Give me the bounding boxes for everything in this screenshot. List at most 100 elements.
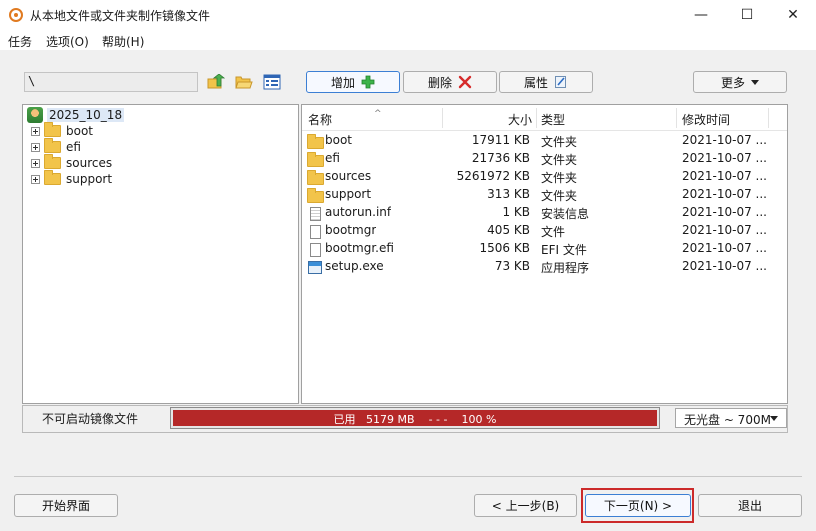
file-modified: 2021-10-07 ...	[682, 133, 767, 147]
tree-item-label: sources	[66, 156, 113, 170]
folder-icon	[44, 170, 61, 185]
sort-ascending-icon: ^	[374, 109, 382, 119]
file-name: bootmgr.efi	[325, 241, 394, 255]
expand-icon[interactable]	[31, 158, 40, 168]
file-name: support	[325, 187, 372, 201]
file-modified: 2021-10-07 ...	[682, 151, 767, 165]
disc-capacity-select[interactable]: 无光盘 ~ 700M	[675, 408, 787, 428]
file-size: 1 KB	[502, 205, 530, 219]
properties-icon	[555, 76, 566, 88]
folder-icon	[307, 152, 324, 167]
path-field[interactable]: \	[24, 72, 198, 92]
file-name: sources	[325, 169, 372, 183]
exit-button[interactable]: 退出	[698, 494, 802, 517]
delete-x-icon	[458, 75, 472, 89]
table-row[interactable]: sources 5261972 KB 文件夹 2021-10-07 ...	[302, 168, 787, 186]
properties-button-label: 属性	[523, 75, 548, 90]
column-modified[interactable]: 修改时间	[682, 111, 730, 128]
tree-item-sources[interactable]: sources	[31, 154, 113, 171]
file-type: EFI 文件	[541, 243, 587, 257]
next-button-highlight	[581, 488, 694, 523]
file-size: 313 KB	[487, 187, 530, 201]
capacity-progress-text: 已用 5179 MB - - - 100 %	[333, 413, 497, 426]
disc-capacity-value: 无光盘 ~ 700M	[684, 413, 771, 427]
image-root-icon	[27, 107, 43, 123]
tree-item-efi[interactable]: efi	[31, 138, 81, 155]
add-button[interactable]: 增加	[306, 71, 400, 93]
folder-icon	[307, 188, 324, 203]
list-header: 名称 ^ 大小 类型 修改时间	[302, 105, 787, 131]
file-modified: 2021-10-07 ...	[682, 205, 767, 219]
file-modified: 2021-10-07 ...	[682, 223, 767, 237]
table-row[interactable]: setup.exe 73 KB 应用程序 2021-10-07 ...	[302, 258, 787, 276]
file-size: 73 KB	[494, 259, 530, 273]
menu-task[interactable]: 任务	[8, 33, 32, 50]
capacity-progress-bar: 已用 5179 MB - - - 100 %	[170, 407, 660, 429]
file-size: 1506 KB	[479, 241, 530, 255]
table-row[interactable]: efi 21736 KB 文件夹 2021-10-07 ...	[302, 150, 787, 168]
chevron-down-icon	[751, 79, 759, 85]
minimize-button[interactable]: —	[678, 0, 724, 30]
app-disc-icon	[9, 8, 23, 22]
file-modified: 2021-10-07 ...	[682, 259, 767, 273]
table-row[interactable]: support 313 KB 文件夹 2021-10-07 ...	[302, 186, 787, 204]
tree-item-boot[interactable]: boot	[31, 122, 94, 139]
folder-icon	[44, 122, 61, 137]
column-size[interactable]: 大小	[450, 111, 532, 128]
go-up-folder-icon[interactable]	[207, 74, 225, 90]
file-type: 应用程序	[541, 261, 590, 275]
setup-info-icon	[310, 207, 321, 221]
file-name: efi	[325, 151, 340, 165]
file-name: bootmgr	[325, 223, 377, 237]
expand-icon[interactable]	[31, 126, 40, 136]
folder-icon	[307, 134, 324, 149]
file-type: 文件夹	[541, 171, 578, 185]
folder-icon	[44, 138, 61, 153]
tree-item-label: support	[66, 172, 113, 186]
file-icon	[310, 225, 321, 239]
more-dropdown-button[interactable]: 更多	[693, 71, 787, 93]
application-icon	[308, 261, 322, 274]
start-screen-button[interactable]: 开始界面	[14, 494, 118, 517]
expand-icon[interactable]	[31, 174, 40, 184]
expand-icon[interactable]	[31, 142, 40, 152]
file-size: 5261972 KB	[456, 169, 530, 183]
folder-tree-pane[interactable]: 2025_10_18 boot efi sources support	[22, 104, 299, 404]
previous-step-button[interactable]: < 上一步(B)	[474, 494, 577, 517]
file-name: setup.exe	[325, 259, 384, 273]
file-modified: 2021-10-07 ...	[682, 169, 767, 183]
file-list-pane[interactable]: 名称 ^ 大小 类型 修改时间 boot 17911 KB 文件夹 2021-10-0…	[301, 104, 788, 404]
column-name[interactable]: 名称	[308, 111, 332, 128]
add-button-label: 增加	[330, 75, 355, 90]
file-size: 21736 KB	[471, 151, 530, 165]
maximize-button[interactable]: ☐	[724, 0, 770, 30]
table-row[interactable]: bootmgr 405 KB 文件 2021-10-07 ...	[302, 222, 787, 240]
file-name: boot	[325, 133, 353, 147]
delete-button-label: 删除	[427, 75, 452, 90]
footer-divider	[14, 476, 802, 477]
window-title: 从本地文件或文件夹制作镜像文件	[30, 9, 211, 23]
file-type: 文件	[541, 225, 566, 239]
column-type[interactable]: 类型	[541, 111, 565, 128]
table-row[interactable]: autorun.inf 1 KB 安装信息 2021-10-07 ...	[302, 204, 787, 222]
tree-item-label: efi	[66, 140, 81, 154]
tree-root-label: 2025_10_18	[47, 108, 125, 122]
file-modified: 2021-10-07 ...	[682, 241, 767, 255]
delete-button[interactable]: 删除	[403, 71, 497, 93]
file-type: 文件夹	[541, 189, 578, 203]
open-folder-icon[interactable]	[235, 74, 253, 90]
close-button[interactable]: ✕	[770, 0, 816, 30]
image-type-label: 不可启动镜像文件	[42, 412, 139, 426]
tree-item-label: boot	[66, 124, 94, 138]
tree-root-item[interactable]: 2025_10_18	[27, 107, 125, 123]
tree-item-support[interactable]: support	[31, 170, 113, 187]
menu-options[interactable]: 选项(O)	[46, 33, 89, 50]
table-row[interactable]: boot 17911 KB 文件夹 2021-10-07 ...	[302, 132, 787, 150]
menu-help[interactable]: 帮助(H)	[102, 33, 144, 50]
table-row[interactable]: bootmgr.efi 1506 KB EFI 文件 2021-10-07 ...	[302, 240, 787, 258]
details-view-icon[interactable]	[263, 74, 281, 90]
plus-icon	[361, 75, 375, 89]
properties-button[interactable]: 属性	[499, 71, 593, 93]
chevron-down-icon[interactable]	[770, 416, 778, 421]
more-button-label: 更多	[720, 75, 745, 90]
